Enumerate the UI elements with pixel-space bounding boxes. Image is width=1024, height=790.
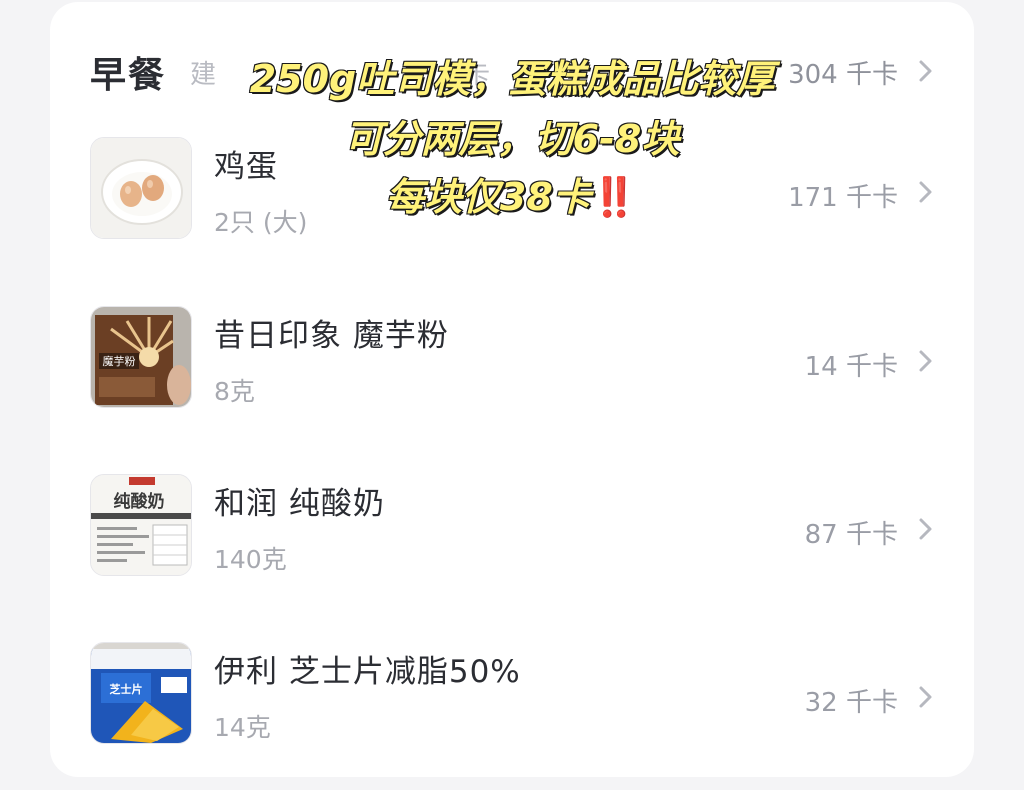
yogurt-thumbnail: 纯酸奶 — [90, 474, 192, 576]
food-kcal: 87 千卡 — [804, 520, 898, 550]
food-quantity: 8克 — [214, 377, 255, 406]
thumb-label: 魔芋粉 — [103, 354, 136, 368]
cheese-package-photo: 芝士片 — [91, 643, 191, 743]
food-kcal: 14 千卡 — [804, 352, 898, 382]
food-kcal: 32 千卡 — [804, 688, 898, 718]
food-row-yogurt[interactable]: 纯酸奶 和润 纯酸奶 140克 87 千卡 — [90, 474, 938, 578]
thumb-label: 纯酸奶 — [114, 491, 165, 512]
konjac-thumbnail: 魔芋粉 — [90, 306, 192, 408]
yogurt-lid-photo: 纯酸奶 — [91, 475, 191, 575]
chevron-right-icon[interactable] — [912, 348, 938, 374]
chevron-right-icon[interactable] — [912, 516, 938, 542]
cheese-thumbnail: 芝士片 — [90, 642, 192, 744]
double-exclamation-icon: ‼️ — [590, 175, 639, 219]
overlay-caption-line-2: 可分两层，切6-8块 — [344, 116, 681, 162]
food-name: 和润 纯酸奶 — [214, 486, 385, 522]
food-row-cheese[interactable]: 芝士片 伊利 芝士片减脂50% 14克 32 千卡 — [90, 642, 938, 746]
food-name: 伊利 芝士片减脂50% — [214, 654, 521, 690]
chevron-right-icon[interactable] — [912, 684, 938, 710]
food-quantity: 14克 — [214, 713, 271, 742]
overlay-caption-line-1: 250g吐司模，蛋糕成品比较厚 — [249, 56, 776, 102]
thumb-label: 芝士片 — [110, 682, 143, 696]
overlay-caption-line-3: 每块仅38卡‼️ — [0, 166, 1024, 221]
konjac-package-photo: 魔芋粉 — [91, 307, 191, 407]
food-quantity: 140克 — [214, 545, 287, 574]
overlay-caption-line-3-text: 每块仅38卡 — [385, 174, 592, 220]
food-row-konjac[interactable]: 魔芋粉 昔日印象 魔芋粉 8克 14 千卡 — [90, 306, 938, 410]
food-name: 昔日印象 魔芋粉 — [214, 318, 449, 354]
